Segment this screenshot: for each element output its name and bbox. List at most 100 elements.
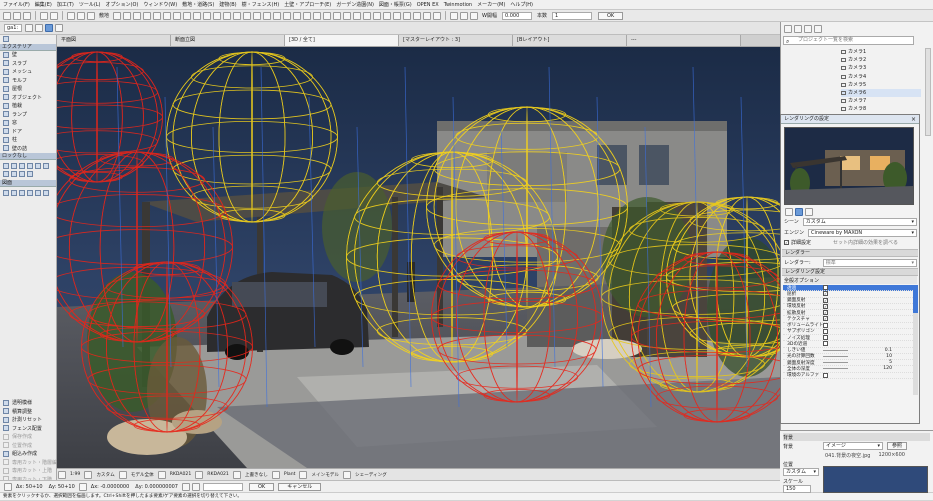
menu-item[interactable]: 建物(B) bbox=[219, 1, 236, 8]
render-option-value[interactable]: 0.1 bbox=[852, 348, 892, 353]
block-icon[interactable] bbox=[283, 11, 292, 20]
menu-item[interactable]: OPEN EX bbox=[417, 2, 439, 8]
toolbox-section-drawing[interactable]: 図面 bbox=[0, 179, 56, 187]
toolbox-item[interactable]: 柱 bbox=[0, 136, 56, 145]
camera-item[interactable]: カメラ1 bbox=[841, 48, 921, 56]
view-map-icon[interactable] bbox=[794, 25, 802, 33]
shrub-icon[interactable] bbox=[343, 11, 352, 20]
render-option-slider[interactable] bbox=[823, 362, 848, 364]
value-input[interactable] bbox=[203, 482, 243, 491]
render-option-slider[interactable] bbox=[823, 368, 848, 370]
status-icon[interactable] bbox=[343, 470, 351, 479]
renderer-select[interactable]: 標準 bbox=[822, 258, 917, 267]
scene-select[interactable]: カスタム bbox=[802, 217, 917, 226]
dimension-icon[interactable] bbox=[3, 170, 9, 177]
info-icon[interactable] bbox=[45, 24, 53, 32]
detail-checkbox[interactable]: ✓ bbox=[784, 240, 789, 245]
section-icon[interactable] bbox=[3, 189, 9, 196]
camera-item[interactable]: カメラ8 bbox=[841, 105, 921, 113]
change-icon[interactable] bbox=[35, 189, 41, 196]
status-icon[interactable] bbox=[195, 470, 204, 479]
camera-item[interactable]: カメラ4 bbox=[841, 73, 921, 81]
menu-item[interactable]: 加工(T) bbox=[57, 1, 74, 8]
eye-icon[interactable] bbox=[450, 11, 459, 20]
camera-item[interactable]: カメラ5 bbox=[841, 81, 921, 89]
status-field[interactable]: メインモデル bbox=[311, 472, 339, 478]
status-icon[interactable] bbox=[299, 470, 308, 479]
menu-item[interactable]: 樹・フェンス(H) bbox=[242, 1, 280, 8]
home-icon[interactable] bbox=[25, 24, 33, 32]
light-icon[interactable] bbox=[323, 11, 332, 20]
coordinate-icon[interactable] bbox=[78, 482, 87, 491]
redo-icon[interactable] bbox=[50, 11, 58, 20]
wall-icon[interactable] bbox=[153, 11, 162, 20]
status-icon[interactable] bbox=[118, 470, 127, 479]
general-options-row[interactable]: 全般オプション bbox=[784, 276, 917, 284]
status-field[interactable]: カスタム bbox=[96, 472, 114, 478]
render-option-checkbox[interactable]: ✓ bbox=[823, 303, 828, 309]
project-search-input[interactable]: プロジェクト一覧を検索 bbox=[783, 36, 914, 45]
worksheet-icon[interactable] bbox=[27, 189, 33, 196]
status-field[interactable]: RKDA021 bbox=[207, 472, 229, 477]
toolbox-section-design[interactable]: エクステリア bbox=[0, 43, 56, 51]
publisher-icon[interactable] bbox=[814, 25, 822, 33]
toolbox-item[interactable]: ランプ bbox=[0, 110, 56, 119]
toolbox-command[interactable]: 専用カット・階層編集 bbox=[0, 458, 62, 467]
render-option-checkbox[interactable] bbox=[823, 322, 828, 328]
toolbox-item[interactable]: 植栽 bbox=[0, 102, 56, 111]
toolbox-item[interactable]: オブジェクト bbox=[0, 93, 56, 102]
scroll-thumb[interactable] bbox=[913, 285, 918, 313]
position-select[interactable]: カスタム bbox=[783, 468, 819, 476]
export-icon[interactable] bbox=[433, 11, 442, 20]
status-icon[interactable] bbox=[84, 470, 93, 479]
line-icon[interactable] bbox=[3, 162, 9, 169]
label-icon[interactable] bbox=[35, 162, 41, 169]
render-option-checkbox[interactable] bbox=[823, 341, 828, 347]
menu-item[interactable]: オプション(O) bbox=[106, 1, 139, 8]
open-file-icon[interactable] bbox=[13, 11, 21, 20]
view-tab[interactable]: [3D / 全て] bbox=[285, 35, 399, 46]
toolbox-item[interactable]: 壁 bbox=[0, 51, 56, 60]
fence-icon[interactable] bbox=[243, 11, 252, 20]
engine-select[interactable]: Cineware by MAXON bbox=[808, 228, 917, 237]
camera-item[interactable]: カメラ2 bbox=[841, 56, 921, 64]
pin-icon[interactable] bbox=[35, 24, 43, 32]
tree-icon[interactable] bbox=[333, 11, 342, 20]
render-options-scrollbar[interactable] bbox=[913, 285, 918, 395]
background-type-select[interactable]: イメージ bbox=[823, 442, 884, 450]
render-option-checkbox[interactable]: ✓ bbox=[823, 291, 828, 297]
navigator-scrollbar[interactable] bbox=[925, 48, 931, 136]
preview-options-icon[interactable] bbox=[785, 207, 793, 216]
coordinate-icon[interactable] bbox=[4, 482, 12, 491]
road-icon[interactable] bbox=[253, 11, 262, 20]
slab-icon[interactable] bbox=[163, 11, 172, 20]
marquee-icon[interactable] bbox=[77, 11, 85, 20]
render-option-checkbox[interactable]: ✓ bbox=[823, 310, 828, 316]
polyline-icon[interactable] bbox=[19, 162, 25, 169]
menu-item[interactable]: ガーデン造園(N) bbox=[336, 1, 374, 8]
count-input[interactable]: 1 bbox=[551, 11, 592, 20]
fill-icon[interactable] bbox=[43, 162, 49, 169]
view-tab[interactable]: 平面図 bbox=[57, 35, 171, 46]
new-file-icon[interactable] bbox=[3, 11, 11, 20]
level-icon[interactable] bbox=[11, 170, 17, 177]
menu-item[interactable]: Twinmotion bbox=[444, 2, 472, 8]
status-icon[interactable] bbox=[271, 470, 280, 479]
detail-icon[interactable] bbox=[19, 189, 25, 196]
grid-icon[interactable] bbox=[113, 11, 122, 20]
select-icon[interactable] bbox=[67, 11, 75, 20]
door-icon[interactable] bbox=[213, 11, 222, 20]
camera-item[interactable]: カメラ6 bbox=[841, 88, 921, 98]
gate-icon[interactable] bbox=[303, 11, 312, 20]
menu-item[interactable]: 敷地・道路(S) bbox=[182, 1, 214, 8]
menu-item[interactable]: ヘルプ(H) bbox=[510, 1, 533, 8]
menu-item[interactable]: 土壁・アプローチ(E) bbox=[284, 1, 331, 8]
object-icon[interactable] bbox=[183, 11, 192, 20]
toolbox-section-lock[interactable]: ロックなし bbox=[0, 152, 56, 160]
lamp-icon[interactable] bbox=[203, 11, 212, 20]
render-option-checkbox[interactable] bbox=[823, 328, 828, 334]
ruler-icon[interactable] bbox=[133, 11, 142, 20]
paving-icon[interactable] bbox=[273, 11, 282, 20]
toolbox-arrow[interactable] bbox=[0, 35, 56, 44]
menu-item[interactable]: ウィンドウ(W) bbox=[143, 1, 177, 8]
